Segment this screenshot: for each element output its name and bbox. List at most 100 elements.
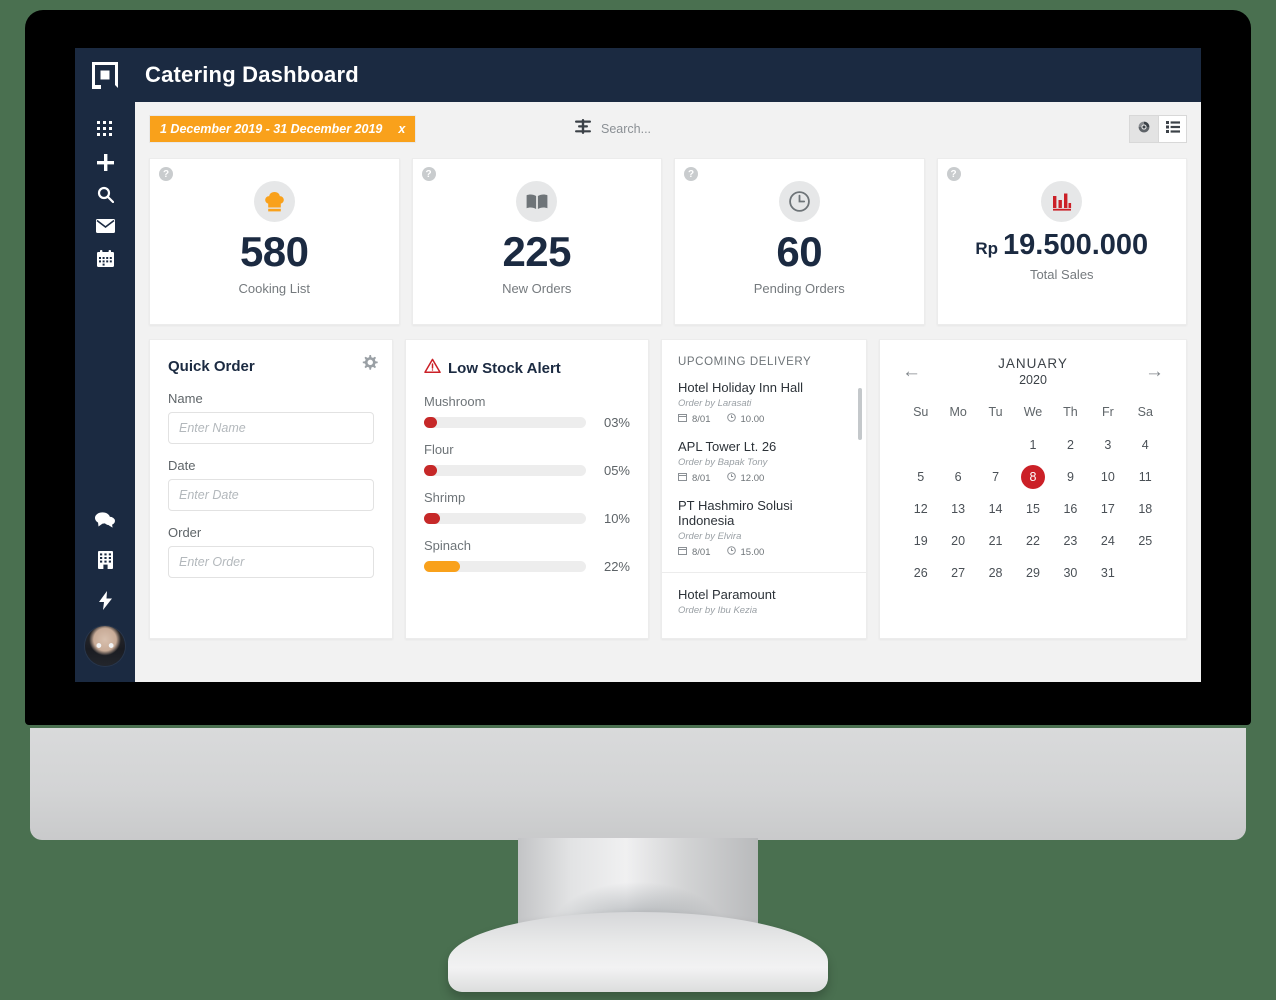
sidebar-item-activity[interactable] (75, 580, 135, 620)
dashboard-view-button[interactable] (1130, 116, 1158, 142)
stock-bar-track (424, 561, 586, 572)
sidebar-item-apps[interactable] (75, 112, 135, 146)
calendar-day[interactable]: 9 (1052, 465, 1089, 489)
stock-item-row: 10% (424, 511, 630, 526)
envelope-icon (95, 219, 115, 233)
sidebar (75, 48, 135, 682)
delivery-item-meta: 8/01 12.00 (678, 472, 850, 484)
calendar-day[interactable]: 5 (902, 465, 939, 489)
currency-symbol: Rp (975, 239, 998, 258)
stock-item-row: 22% (424, 559, 630, 574)
sidebar-item-company[interactable] (75, 540, 135, 580)
sidebar-item-chat[interactable] (75, 500, 135, 540)
avatar[interactable] (85, 626, 125, 666)
calendar-day[interactable]: 23 (1052, 529, 1089, 553)
calendar-day[interactable]: 14 (977, 497, 1014, 521)
building-icon (97, 551, 113, 569)
sidebar-item-calendar[interactable] (75, 242, 135, 274)
square-logo-icon (91, 62, 118, 89)
sidebar-top-items (75, 112, 135, 274)
gear-icon[interactable] (361, 355, 378, 377)
apps-grid-icon (97, 121, 113, 137)
order-input[interactable] (168, 546, 374, 578)
chat-bubbles-icon (95, 512, 115, 528)
delivery-item-meta: 8/01 10.00 (678, 413, 850, 425)
calendar-day[interactable]: 24 (1089, 529, 1126, 553)
calendar-day[interactable]: 6 (939, 465, 976, 489)
open-book-icon (516, 181, 558, 222)
help-icon[interactable]: ? (159, 167, 173, 181)
delivery-list-item[interactable]: PT Hashmiro Solusi Indonesia Order by Elv… (662, 498, 866, 572)
delivery-list-item[interactable]: Hotel Paramount Order by Ibu Kezia (662, 572, 866, 634)
stock-percent-label: 22% (603, 559, 630, 574)
help-icon[interactable]: ? (684, 167, 698, 181)
monitor-foot (448, 912, 828, 992)
arrow-right-icon[interactable]: → (1145, 362, 1164, 381)
sidebar-item-search[interactable] (75, 178, 135, 210)
quick-order-field-date: Date (168, 458, 374, 525)
scrollbar-thumb[interactable] (858, 388, 862, 440)
calendar-day[interactable]: 10 (1089, 465, 1126, 489)
stat-value: 225 (502, 228, 572, 275)
calendar-day[interactable]: 13 (939, 497, 976, 521)
calendar-day[interactable]: 31 (1089, 561, 1126, 585)
calendar-day[interactable]: 12 (902, 497, 939, 521)
calendar-day[interactable]: 30 (1052, 561, 1089, 585)
calendar-day[interactable]: 28 (977, 561, 1014, 585)
delivery-item-time: 10.00 (740, 413, 765, 425)
arrow-left-icon[interactable]: ← (902, 362, 921, 381)
calendar-day[interactable]: 18 (1127, 497, 1164, 521)
calendar-day[interactable]: 20 (939, 529, 976, 553)
calendar-day[interactable]: 25 (1127, 529, 1164, 553)
monitor-base (30, 728, 1246, 840)
calendar-small-icon (678, 546, 687, 558)
calendar-day[interactable]: 3 (1089, 433, 1126, 457)
delivery-item-name: Hotel Holiday Inn Hall (678, 380, 804, 395)
quick-order-field-order: Order (168, 525, 374, 592)
view-toggle-group (1129, 115, 1187, 143)
app-logo[interactable] (75, 48, 135, 102)
calendar-day[interactable]: 27 (939, 561, 976, 585)
upcoming-delivery-panel: UPCOMING DELIVERY Hotel Holiday Inn Hall… (661, 339, 867, 639)
low-stock-panel: Low Stock Alert Mushroom 03% Flour 05% Shrim… (405, 339, 649, 639)
bar-chart-icon (1041, 181, 1083, 222)
calendar-day[interactable]: 1 (1014, 433, 1051, 457)
date-input[interactable] (168, 479, 374, 511)
calendar-year: 2020 (1019, 373, 1047, 387)
calendar-day[interactable]: 17 (1089, 497, 1126, 521)
toolbar: 1 December 2019 - 31 December 2019 x (149, 112, 1187, 146)
calendar-day-selected[interactable]: 8 (1020, 465, 1045, 489)
calendar-day[interactable]: 7 (977, 465, 1014, 489)
list-view-button[interactable] (1158, 116, 1186, 142)
clock-icon (778, 181, 820, 222)
sidebar-item-messages[interactable] (75, 210, 135, 242)
delivery-list-item[interactable]: APL Tower Lt. 26 Order by Bapak Tony 8/01 1… (662, 439, 866, 498)
calendar-day[interactable]: 29 (1014, 561, 1051, 585)
calendar-day[interactable]: 2 (1052, 433, 1089, 457)
help-icon[interactable]: ? (421, 167, 436, 181)
calendar-day[interactable]: 15 (1014, 497, 1051, 521)
calendar-day[interactable]: 11 (1127, 465, 1164, 489)
filter-sliders-icon[interactable] (575, 118, 591, 140)
date-range-chip[interactable]: 1 December 2019 - 31 December 2019 x (149, 115, 417, 143)
help-icon[interactable]: ? (946, 167, 961, 181)
delivery-item-date: 8/01 (692, 413, 711, 425)
sidebar-item-add[interactable] (75, 146, 135, 178)
name-input[interactable] (168, 412, 374, 444)
calendar-day[interactable]: 21 (977, 529, 1014, 553)
calendar-day[interactable]: 19 (902, 529, 939, 553)
search-input[interactable] (601, 122, 761, 136)
delivery-list-item[interactable]: Hotel Holiday Inn Hall Order by Larasati 8… (662, 380, 866, 439)
stock-bar-track (424, 465, 586, 476)
upcoming-delivery-list: Hotel Holiday Inn Hall Order by Larasati 8… (662, 380, 866, 634)
calendar-day[interactable]: 4 (1127, 433, 1164, 457)
calendar-day[interactable]: 16 (1052, 497, 1089, 521)
low-stock-title-label: Low Stock Alert (448, 359, 561, 377)
calendar-day[interactable]: 26 (902, 561, 939, 585)
low-stock-title: Low Stock Alert (424, 358, 630, 378)
delivery-item-orderby: Order by Ibu Kezia (678, 605, 758, 616)
calendar-day[interactable]: 22 (1014, 529, 1051, 553)
date-range-close-icon[interactable]: x (398, 122, 405, 136)
calendar-dow-su: Su (913, 405, 929, 419)
sidebar-bottom-items (75, 500, 135, 682)
